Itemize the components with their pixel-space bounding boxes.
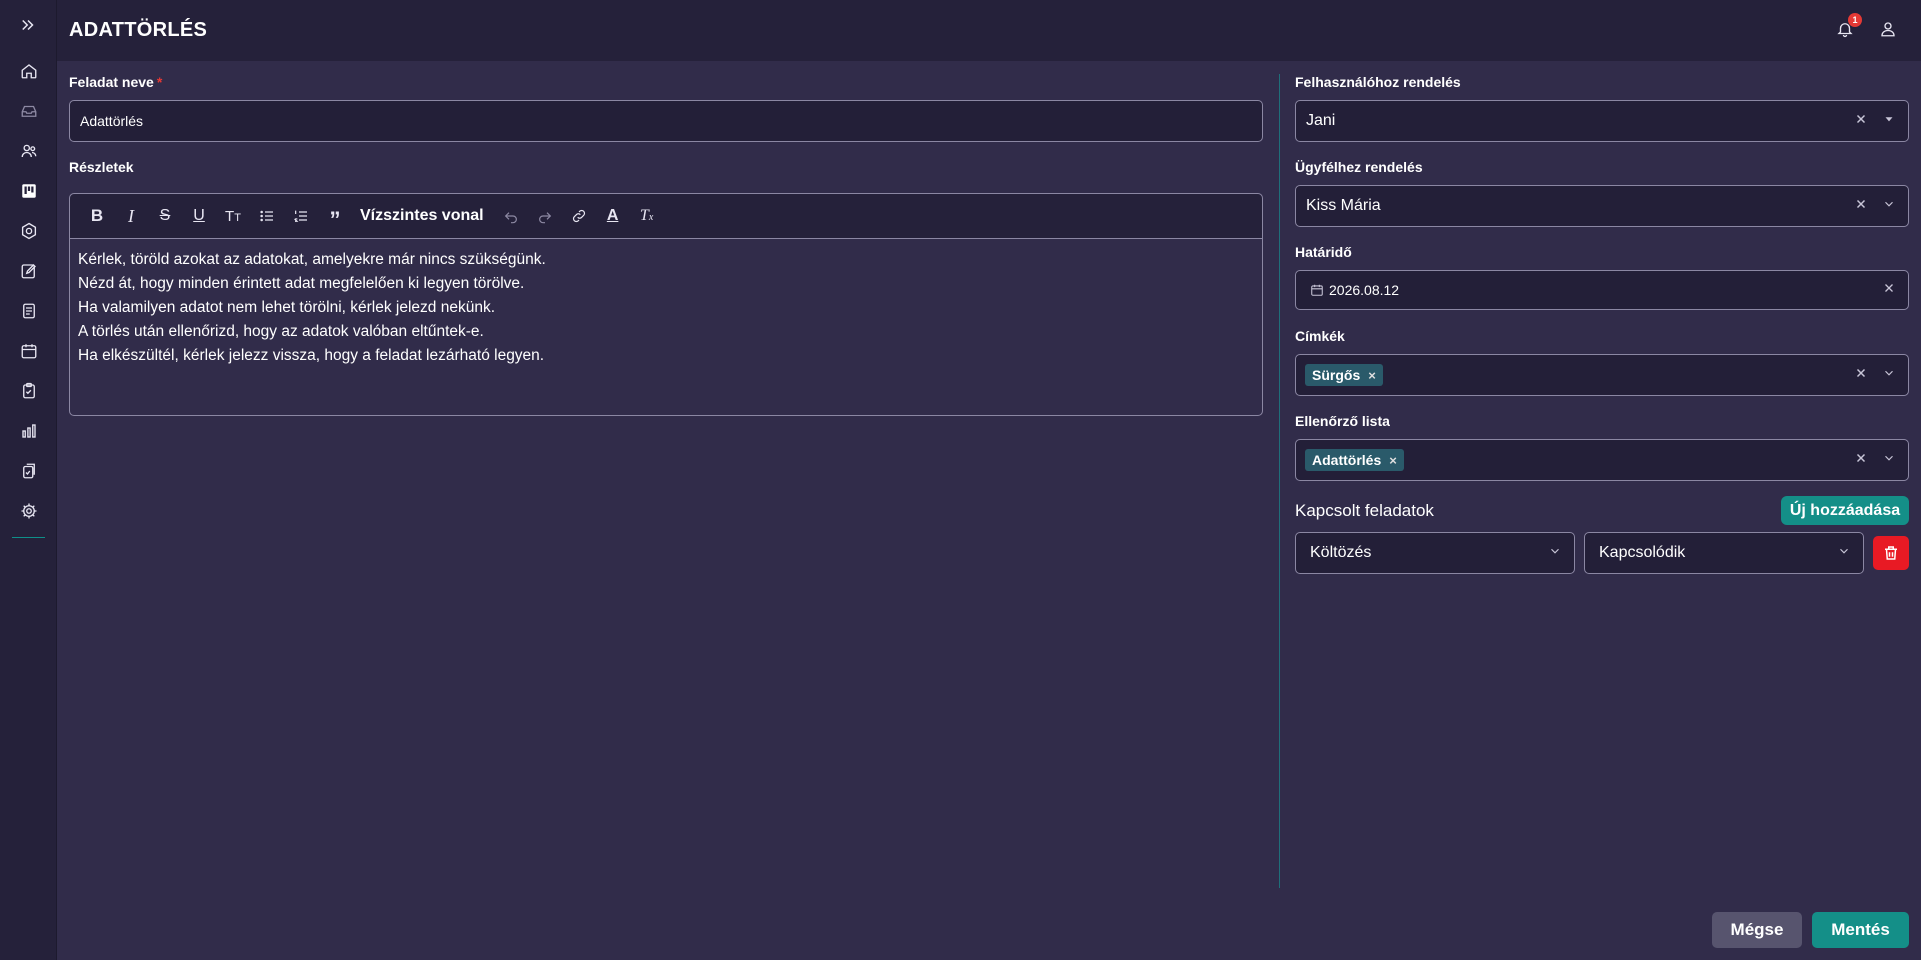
undo-icon[interactable] — [494, 201, 528, 231]
document-icon[interactable] — [18, 300, 40, 322]
add-new-button[interactable]: Új hozzáadása — [1781, 496, 1909, 525]
home-icon[interactable] — [18, 60, 40, 82]
assign-client-select[interactable]: Kiss Mária — [1295, 185, 1909, 227]
remove-checklist-icon[interactable]: × — [1389, 453, 1397, 468]
gear-icon[interactable] — [18, 500, 40, 522]
strikethrough-icon[interactable]: S — [148, 201, 182, 231]
chevron-down-icon[interactable] — [1837, 544, 1851, 563]
assign-user-select[interactable]: Jani — [1295, 100, 1909, 142]
assign-user-value: Jani — [1306, 112, 1336, 129]
chevron-down-icon[interactable] — [1882, 451, 1896, 470]
remove-tag-icon[interactable]: × — [1368, 368, 1376, 383]
redo-icon[interactable] — [528, 201, 562, 231]
details-line: Kérlek, töröld azokat az adatokat, amely… — [78, 251, 546, 268]
sidebar-divider — [12, 537, 45, 538]
chevron-down-icon[interactable] — [1882, 366, 1896, 385]
required-marker: * — [156, 74, 163, 90]
clear-icon[interactable] — [1854, 366, 1868, 385]
clipboard-check-icon[interactable] — [18, 380, 40, 402]
user-icon[interactable] — [1879, 20, 1901, 42]
checklist-chip-label: Adattörlés — [1312, 452, 1382, 468]
column-divider — [1279, 74, 1280, 888]
details-line: Ha elkészültél, kérlek jelezz vissza, ho… — [78, 347, 545, 364]
users-icon[interactable] — [18, 140, 40, 162]
notification-badge: 1 — [1848, 13, 1862, 27]
blockquote-icon[interactable]: ” — [318, 201, 352, 232]
checklist-chip: Adattörlés × — [1305, 449, 1404, 471]
rich-text-editor[interactable]: B I S U TT ” Vízszintes vonal A Tx Kérle… — [69, 193, 1263, 416]
relation-type-select[interactable]: Kapcsolódik — [1584, 532, 1864, 574]
details-line: A törlés után ellenőrizd, hogy az adatok… — [78, 323, 484, 340]
clear-icon[interactable] — [1854, 197, 1868, 216]
kanban-icon[interactable] — [18, 180, 40, 202]
caret-down-icon[interactable] — [1882, 112, 1896, 131]
details-line: Ha valamilyen adatot nem lehet törölni, … — [78, 299, 496, 316]
tags-select[interactable]: Sürgős × — [1295, 354, 1909, 396]
calendar-icon — [1310, 283, 1324, 297]
trash-icon — [1885, 546, 1897, 560]
numbered-list-icon[interactable] — [284, 201, 318, 231]
notification-bell-icon[interactable]: 1 — [1836, 13, 1862, 42]
bullet-list-icon[interactable] — [250, 201, 284, 231]
tag-chip-label: Sürgős — [1312, 367, 1361, 383]
text-size-icon[interactable]: TT — [216, 201, 250, 231]
page-title: ADATTÖRLÉS — [69, 19, 208, 41]
clipboard-copy-icon[interactable] — [18, 460, 40, 482]
checklist-select[interactable]: Adattörlés × — [1295, 439, 1909, 481]
bar-chart-icon[interactable] — [18, 420, 40, 442]
linked-task-value: Költözés — [1310, 544, 1372, 561]
link-icon[interactable] — [562, 201, 596, 231]
save-button[interactable]: Mentés — [1812, 912, 1909, 948]
tag-chip: Sürgős × — [1305, 364, 1383, 386]
clear-icon[interactable] — [1854, 451, 1868, 470]
delete-linked-task-button[interactable] — [1873, 536, 1909, 570]
relation-type-value: Kapcsolódik — [1599, 544, 1686, 561]
tags-label: Címkék — [1295, 328, 1345, 344]
linked-tasks-label: Kapcsolt feladatok — [1295, 501, 1434, 520]
assign-client-label: Ügyfélhez rendelés — [1295, 159, 1423, 175]
details-label: Részletek — [69, 159, 134, 175]
task-name-label: Feladat neve * — [69, 74, 162, 90]
underline-icon[interactable]: U — [182, 201, 216, 231]
clear-icon[interactable] — [1854, 112, 1868, 131]
expand-sidebar-icon[interactable] — [17, 14, 39, 36]
linked-task-select[interactable]: Költözés — [1295, 532, 1575, 574]
checklist-label: Ellenőrző lista — [1295, 413, 1390, 429]
task-name-input[interactable]: Adattörlés — [69, 100, 1263, 142]
settings-cog-icon[interactable] — [18, 220, 40, 242]
task-name-value: Adattörlés — [80, 113, 144, 129]
bold-icon[interactable]: B — [80, 201, 114, 231]
clear-formatting-icon[interactable]: Tx — [630, 201, 664, 231]
edit-icon[interactable] — [18, 260, 40, 282]
assign-client-value: Kiss Mária — [1306, 197, 1381, 214]
inbox-icon[interactable] — [18, 100, 40, 122]
text-color-icon[interactable]: A — [596, 201, 630, 231]
deadline-label: Határidő — [1295, 244, 1352, 260]
cancel-button[interactable]: Mégse — [1712, 912, 1802, 948]
clear-icon[interactable] — [1882, 281, 1896, 300]
deadline-date-picker[interactable]: 2026.08.12 — [1295, 270, 1909, 310]
details-line: Nézd át, hogy minden érintett adat megfe… — [78, 275, 525, 292]
italic-icon[interactable]: I — [114, 201, 148, 231]
editor-toolbar: B I S U TT ” Vízszintes vonal A Tx — [70, 194, 1262, 239]
assign-user-label: Felhasználóhoz rendelés — [1295, 74, 1461, 90]
deadline-value: 2026.08.12 — [1329, 282, 1400, 298]
top-bar: ADATTÖRLÉS 1 — [57, 0, 1921, 61]
calendar-icon[interactable] — [18, 340, 40, 362]
editor-content[interactable]: Kérlek, töröld azokat az adatokat, amely… — [70, 239, 1262, 377]
horizontal-rule-button[interactable]: Vízszintes vonal — [352, 207, 494, 225]
chevron-down-icon[interactable] — [1548, 544, 1562, 563]
chevron-down-icon[interactable] — [1882, 197, 1896, 216]
sidebar — [0, 0, 57, 960]
task-name-label-text: Feladat neve — [69, 74, 154, 90]
